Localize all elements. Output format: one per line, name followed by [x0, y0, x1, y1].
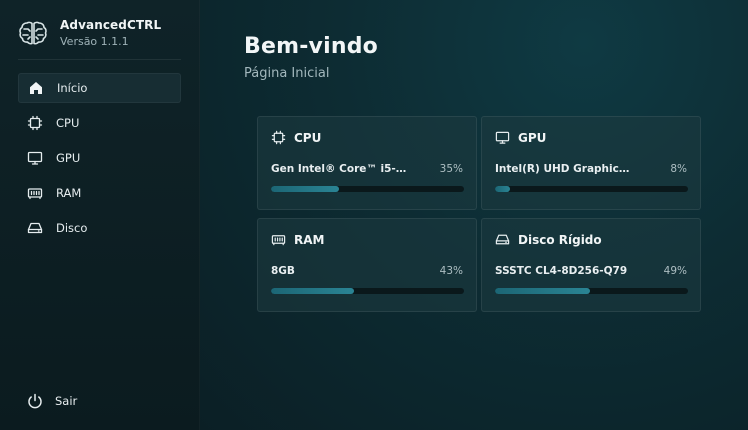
device-name: 8GB: [271, 265, 295, 277]
usage-bar-fill: [495, 186, 511, 192]
card-title: RAM: [294, 232, 325, 247]
home-icon: [28, 80, 44, 96]
brain-logo-icon: [19, 21, 47, 45]
hard-drive-icon: [495, 232, 510, 247]
sidebar-nav: Início CPU GPU RAM Disco: [18, 73, 181, 248]
card-title: CPU: [294, 130, 322, 145]
hard-drive-icon: [27, 220, 43, 236]
ram-card[interactable]: RAM 8GB 43%: [257, 218, 477, 312]
sidebar-item-label: Disco: [56, 221, 88, 235]
usage-bar-fill: [271, 186, 339, 192]
monitor-icon: [27, 150, 43, 166]
main-content: Bem-vindo Página Inicial CPU Gen Intel® …: [200, 0, 748, 430]
usage-bar: [495, 288, 688, 294]
sidebar-item-label: Início: [57, 81, 88, 95]
usage-bar: [271, 288, 464, 294]
usage-percent: 8%: [670, 163, 687, 175]
app-version: Versão 1.1.1: [60, 35, 129, 48]
device-name: Intel(R) UHD Graphics ...: [495, 163, 635, 175]
sidebar-item-ram[interactable]: RAM: [18, 178, 181, 208]
device-name: SSSTC CL4-8D256-Q79: [495, 265, 628, 277]
sidebar: AdvancedCTRL Versão 1.1.1 Início CPU GPU…: [0, 0, 200, 430]
app-name: AdvancedCTRL: [60, 18, 162, 32]
brand-divider: [18, 59, 181, 60]
sidebar-item-label: GPU: [56, 151, 81, 165]
disk-card[interactable]: Disco Rígido SSSTC CL4-8D256-Q79 49%: [481, 218, 701, 312]
brand: AdvancedCTRL Versão 1.1.1: [18, 18, 161, 48]
memory-icon: [271, 232, 286, 247]
page-subtitle: Página Inicial: [244, 66, 330, 81]
cpu-card[interactable]: CPU Gen Intel® Core™ i5-12... 35%: [257, 116, 477, 210]
usage-percent: 49%: [663, 265, 687, 277]
usage-bar-fill: [271, 288, 354, 294]
cpu-icon: [271, 130, 286, 145]
card-title: Disco Rígido: [518, 232, 602, 247]
cpu-icon: [27, 115, 43, 131]
card-title: GPU: [518, 130, 547, 145]
usage-percent: 43%: [439, 265, 463, 277]
page-title: Bem-vindo: [244, 34, 378, 59]
device-name: Gen Intel® Core™ i5-12...: [271, 163, 411, 175]
power-icon: [27, 393, 43, 409]
usage-percent: 35%: [439, 163, 463, 175]
gpu-card[interactable]: GPU Intel(R) UHD Graphics ... 8%: [481, 116, 701, 210]
usage-bar: [271, 186, 464, 192]
sidebar-item-disco[interactable]: Disco: [18, 213, 181, 243]
logout-button[interactable]: Sair: [27, 393, 77, 409]
sidebar-item-label: CPU: [56, 116, 80, 130]
sidebar-item-label: RAM: [56, 186, 82, 200]
monitor-icon: [495, 130, 510, 145]
logout-label: Sair: [55, 394, 78, 408]
sidebar-item-gpu[interactable]: GPU: [18, 143, 181, 173]
memory-icon: [27, 185, 43, 201]
sidebar-item-cpu[interactable]: CPU: [18, 108, 181, 138]
sidebar-item-inicio[interactable]: Início: [18, 73, 181, 103]
usage-bar: [495, 186, 688, 192]
app-window: AdvancedCTRL Versão 1.1.1 Início CPU GPU…: [0, 0, 748, 430]
usage-bar-fill: [495, 288, 590, 294]
